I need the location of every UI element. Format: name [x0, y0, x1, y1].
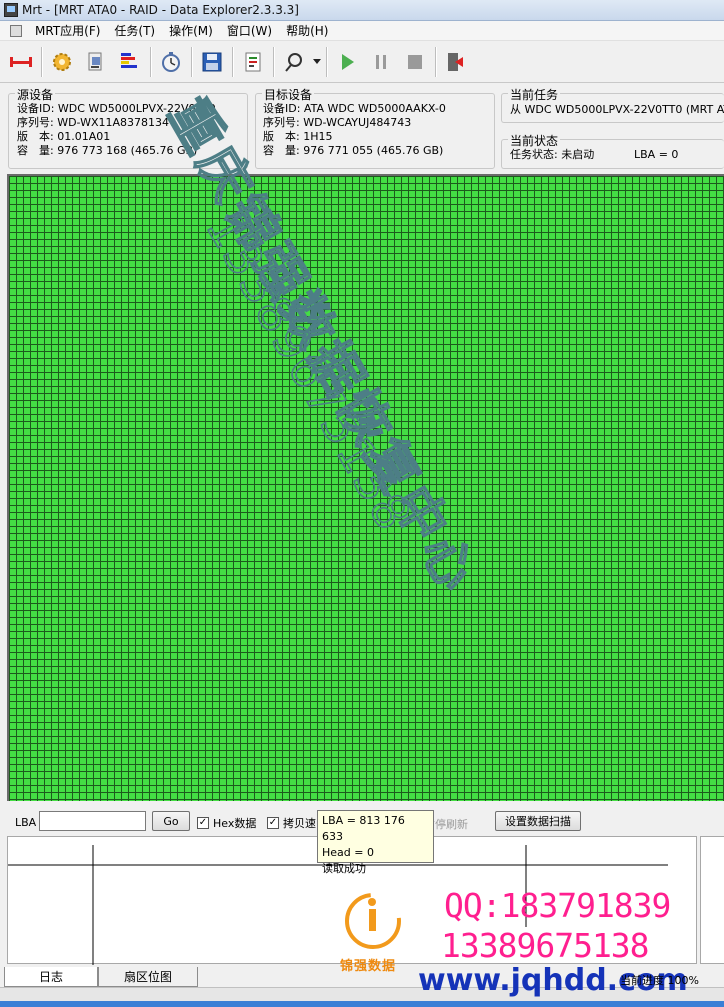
tooltip-status: 读取成功 [322, 862, 366, 875]
settings-button[interactable] [45, 45, 79, 79]
target-version: 版 本: 1H15 [263, 130, 333, 143]
menu-operation[interactable]: 操作(M) [162, 22, 220, 39]
color-bars-icon [121, 52, 137, 68]
target-device-legend: 目标设备 [262, 86, 315, 103]
report-icon [245, 52, 261, 71]
probe-icon [285, 52, 302, 72]
app-icon [4, 3, 18, 17]
sector-tooltip: LBA = 813 176 633 Head = 0 读取成功 [317, 810, 434, 875]
task-status: 任务状态: 未启动 [510, 148, 595, 161]
jinqiang-logo-icon [345, 893, 401, 949]
watermark-phone-2: 13389675138 [441, 926, 650, 965]
right-side-panel [700, 836, 724, 964]
lba-label: LBA [15, 816, 37, 829]
menu-task[interactable]: 任务(T) [107, 22, 162, 39]
timer-button[interactable] [154, 45, 188, 79]
tooltip-head: Head = 0 [322, 846, 374, 859]
source-device-id: 设备ID: WDC WD5000LPVX-22V0TT0 [17, 102, 216, 115]
probe-dropdown-arrow[interactable] [311, 45, 323, 79]
scan-settings-button[interactable]: 设置数据扫描 [495, 811, 581, 831]
source-device-panel: 源设备 设备ID: WDC WD5000LPVX-22V0TT0 序列号: WD… [8, 86, 248, 169]
connect-icon [10, 56, 32, 67]
lba-input[interactable] [39, 811, 146, 831]
hex-data-checkbox[interactable]: ✓ Hex数据 [197, 815, 256, 831]
report-button[interactable] [236, 45, 270, 79]
tooltip-lba: LBA = 813 176 633 [322, 814, 405, 843]
current-status-panel: 当前状态 任务状态: 未启动 LBA = 0 [501, 132, 724, 169]
go-button[interactable]: Go [152, 811, 190, 831]
current-task-legend: 当前任务 [508, 86, 561, 103]
settings-gear-icon [53, 52, 71, 71]
probe-button[interactable] [277, 45, 311, 79]
source-device-legend: 源设备 [15, 86, 56, 103]
stop-button[interactable] [398, 45, 432, 79]
current-status-legend: 当前状态 [508, 132, 561, 149]
menu-window[interactable]: 窗口(W) [220, 22, 279, 39]
play-icon [342, 53, 354, 70]
menu-mrt-app[interactable]: MRT应用(F) [28, 22, 107, 39]
status-lba: LBA = 0 [634, 148, 679, 161]
current-task-panel: 当前任务 从 WDC WD5000LPVX-22V0TT0 (MRT ATA0) [501, 86, 724, 123]
sector-map-grid[interactable] [7, 174, 724, 801]
target-capacity: 容 量: 976 771 055 (465.76 GB) [263, 144, 444, 157]
target-device-panel: 目标设备 设备ID: ATA WDC WD5000AAKX-0 序列号: WD-… [255, 86, 495, 169]
save-button[interactable] [195, 45, 229, 79]
progress-bar [0, 1001, 724, 1007]
menu-help[interactable]: 帮助(H) [279, 22, 335, 39]
tab-sector-bitmap[interactable]: 扇区位图 [98, 967, 198, 987]
progress-value: 100% [667, 974, 699, 987]
copy-speed-checkbox[interactable]: ✓ 拷贝速 [267, 815, 316, 831]
hex-data-checkmark[interactable]: ✓ [197, 817, 209, 829]
menu-bar: MRT应用(F) 任务(T) 操作(M) 窗口(W) 帮助(H) [0, 21, 724, 41]
tab-log[interactable]: 日志 [4, 967, 98, 987]
chevron-down-icon [313, 59, 321, 64]
play-button[interactable] [330, 45, 364, 79]
pause-icon [376, 54, 386, 69]
stop-icon [408, 54, 422, 69]
connect-button[interactable] [4, 45, 38, 79]
source-version: 版 本: 01.01A01 [17, 130, 111, 143]
color-bars-button[interactable] [113, 45, 147, 79]
source-capacity: 容 量: 976 773 168 (465.76 GB) [17, 144, 198, 157]
source-serial: 序列号: WD-WX11A8378134 [17, 116, 169, 129]
title-bar: Mrt - [MRT ATA0 - RAID - Data Explorer2.… [0, 0, 724, 21]
target-device-id: 设备ID: ATA WDC WD5000AAKX-0 [263, 102, 446, 115]
disk-tool-button[interactable] [79, 45, 113, 79]
pause-button[interactable] [364, 45, 398, 79]
save-icon [202, 52, 222, 71]
copy-speed-checkmark[interactable]: ✓ [267, 817, 279, 829]
progress-label: 当前进度 100% [620, 972, 699, 988]
exit-button[interactable] [439, 45, 473, 79]
current-task-text: 从 WDC WD5000LPVX-22V0TT0 (MRT ATA0) [510, 103, 724, 116]
timer-icon [162, 51, 180, 72]
watermark-qq: QQ:183791839 [444, 886, 671, 925]
target-serial: 序列号: WD-WCAYUJ484743 [263, 116, 412, 129]
system-menu-icon[interactable] [10, 24, 22, 37]
exit-icon [448, 52, 463, 71]
disk-tool-icon [88, 52, 102, 70]
copy-speed-label: 拷贝速 [283, 817, 316, 830]
progress-label-text: 当前进度 [620, 974, 664, 987]
hex-data-label: Hex数据 [213, 817, 257, 830]
toolbar [0, 41, 724, 83]
window-title: Mrt - [MRT ATA0 - RAID - Data Explorer2.… [22, 3, 299, 17]
